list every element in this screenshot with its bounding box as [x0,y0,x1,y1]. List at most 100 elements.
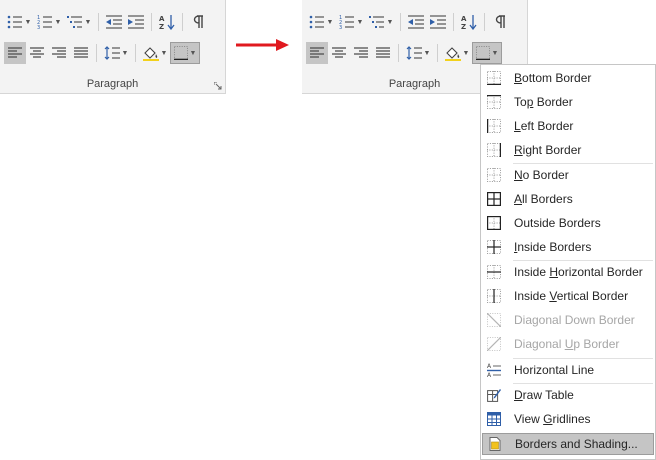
diagonal-down-border-icon [487,313,501,327]
bullets-button[interactable]: ▼ [306,11,336,33]
menu-item-draw-table[interactable]: Draw Table [482,384,654,406]
separator [400,13,401,31]
sort-button[interactable]: AZ [458,11,480,33]
menu-item-label: Outside Borders [514,216,601,230]
svg-text:A: A [461,15,467,23]
separator [151,13,152,31]
align-center-button[interactable] [26,42,48,64]
menu-item-diagonal-up-border[interactable]: Diagonal Up Border [482,333,654,355]
svg-text:Z: Z [461,23,466,30]
align-right-button[interactable] [48,42,70,64]
align-center-icon [332,47,346,58]
menu-item-right-border[interactable]: Right Border [482,139,654,161]
menu-item-outside-borders[interactable]: Outside Borders [482,212,654,234]
menu-item-left-border[interactable]: Left Border [482,115,654,137]
separator [182,13,183,31]
justify-button[interactable] [70,42,92,64]
menu-item-all-borders[interactable]: All Borders [482,188,654,210]
separator [398,44,399,62]
no-border-icon [487,168,501,182]
menu-item-top-border[interactable]: Top Border [482,91,654,113]
svg-text:A: A [159,15,165,23]
menu-item-view-gridlines[interactable]: View Gridlines [482,408,654,430]
borders-button[interactable]: ▼ [472,42,502,64]
inside-borders-icon [487,240,501,254]
align-right-icon [354,47,368,58]
align-center-button[interactable] [328,42,350,64]
draw-table-icon [487,389,501,402]
separator [437,44,438,62]
line-spacing-icon [406,46,422,60]
decrease-indent-button[interactable] [103,11,125,33]
decrease-indent-button[interactable] [405,11,427,33]
menu-item-label: Draw Table [514,388,574,402]
show-marks-button[interactable] [187,11,209,33]
menu-item-diagonal-down-border[interactable]: Diagonal Down Border [482,309,654,331]
line-spacing-icon [104,46,120,60]
sort-icon: AZ [159,15,175,30]
menu-item-label: Borders and Shading... [515,437,638,451]
justify-button[interactable] [372,42,394,64]
horizontal-line-icon: AA [487,363,501,377]
align-left-icon [310,47,324,58]
borders-icon [173,46,188,60]
svg-text:3: 3 [37,25,40,29]
align-right-button[interactable] [350,42,372,64]
ribbon-row-lists: ▼ 123 ▼ ▼ AZ [4,11,209,33]
multilevel-list-button[interactable]: ▼ [366,11,396,33]
align-left-button[interactable] [306,42,328,64]
bottom-border-icon [487,71,501,85]
inside-vertical-border-icon [487,289,501,303]
numbering-button[interactable]: 123 ▼ [336,11,366,33]
menu-item-label: Horizontal Line [514,363,595,377]
separator [135,44,136,62]
diagonal-up-border-icon [487,337,501,351]
increase-indent-button[interactable] [427,11,449,33]
multilevel-list-button[interactable]: ▼ [64,11,94,33]
bullets-button[interactable]: ▼ [4,11,34,33]
justify-icon [376,47,390,58]
sort-icon: AZ [461,15,477,30]
justify-icon [74,47,88,58]
show-marks-button[interactable] [489,11,511,33]
pilcrow-icon [495,15,505,28]
ribbon-row-lists: ▼ 123 ▼ ▼ AZ [306,11,511,33]
shading-button[interactable]: ▼ [442,42,472,64]
numbering-icon: 123 [37,15,52,29]
shading-icon [142,46,159,61]
svg-text:Z: Z [159,23,164,30]
shading-icon [444,46,461,61]
align-right-icon [52,47,66,58]
menu-item-no-border[interactable]: No Border [482,164,654,186]
decrease-indent-icon [106,15,122,29]
svg-text:A: A [487,363,492,370]
sort-button[interactable]: AZ [156,11,178,33]
menu-item-horizontal-line[interactable]: AA Horizontal Line [482,359,654,381]
multilevel-list-icon [368,16,384,28]
menu-item-label: No Border [514,168,569,182]
borders-button[interactable]: ▼ [170,42,200,64]
align-left-button[interactable] [4,42,26,64]
increase-indent-icon [128,15,144,29]
line-spacing-button[interactable]: ▼ [403,42,433,64]
numbering-icon: 123 [339,15,354,29]
paragraph-group-before: ▼ 123 ▼ ▼ AZ ▼ ▼ ▼ Paragraph [0,0,226,94]
increase-indent-button[interactable] [125,11,147,33]
separator [98,13,99,31]
ribbon-row-alignment: ▼ ▼ ▼ [306,42,502,64]
separator [453,13,454,31]
menu-item-inside-horizontal-border[interactable]: Inside Horizontal Border [482,261,654,283]
menu-item-borders-and-shading[interactable]: Borders and Shading... [482,433,654,455]
numbering-button[interactable]: 123 ▼ [34,11,64,33]
menu-item-bottom-border[interactable]: Bottom Border [482,67,654,89]
shading-button[interactable]: ▼ [140,42,170,64]
menu-item-inside-vertical-border[interactable]: Inside Vertical Border [482,285,654,307]
line-spacing-button[interactable]: ▼ [101,42,131,64]
borders-dropdown-menu: Bottom Border Top Border Left Border Rig… [480,64,656,460]
all-borders-icon [487,192,501,206]
borders-and-shading-icon [489,437,501,451]
dialog-launcher-icon[interactable] [214,82,222,90]
menu-item-label: Diagonal Down Border [514,313,635,327]
menu-item-inside-borders[interactable]: Inside Borders [482,236,654,258]
right-border-icon [487,143,501,157]
